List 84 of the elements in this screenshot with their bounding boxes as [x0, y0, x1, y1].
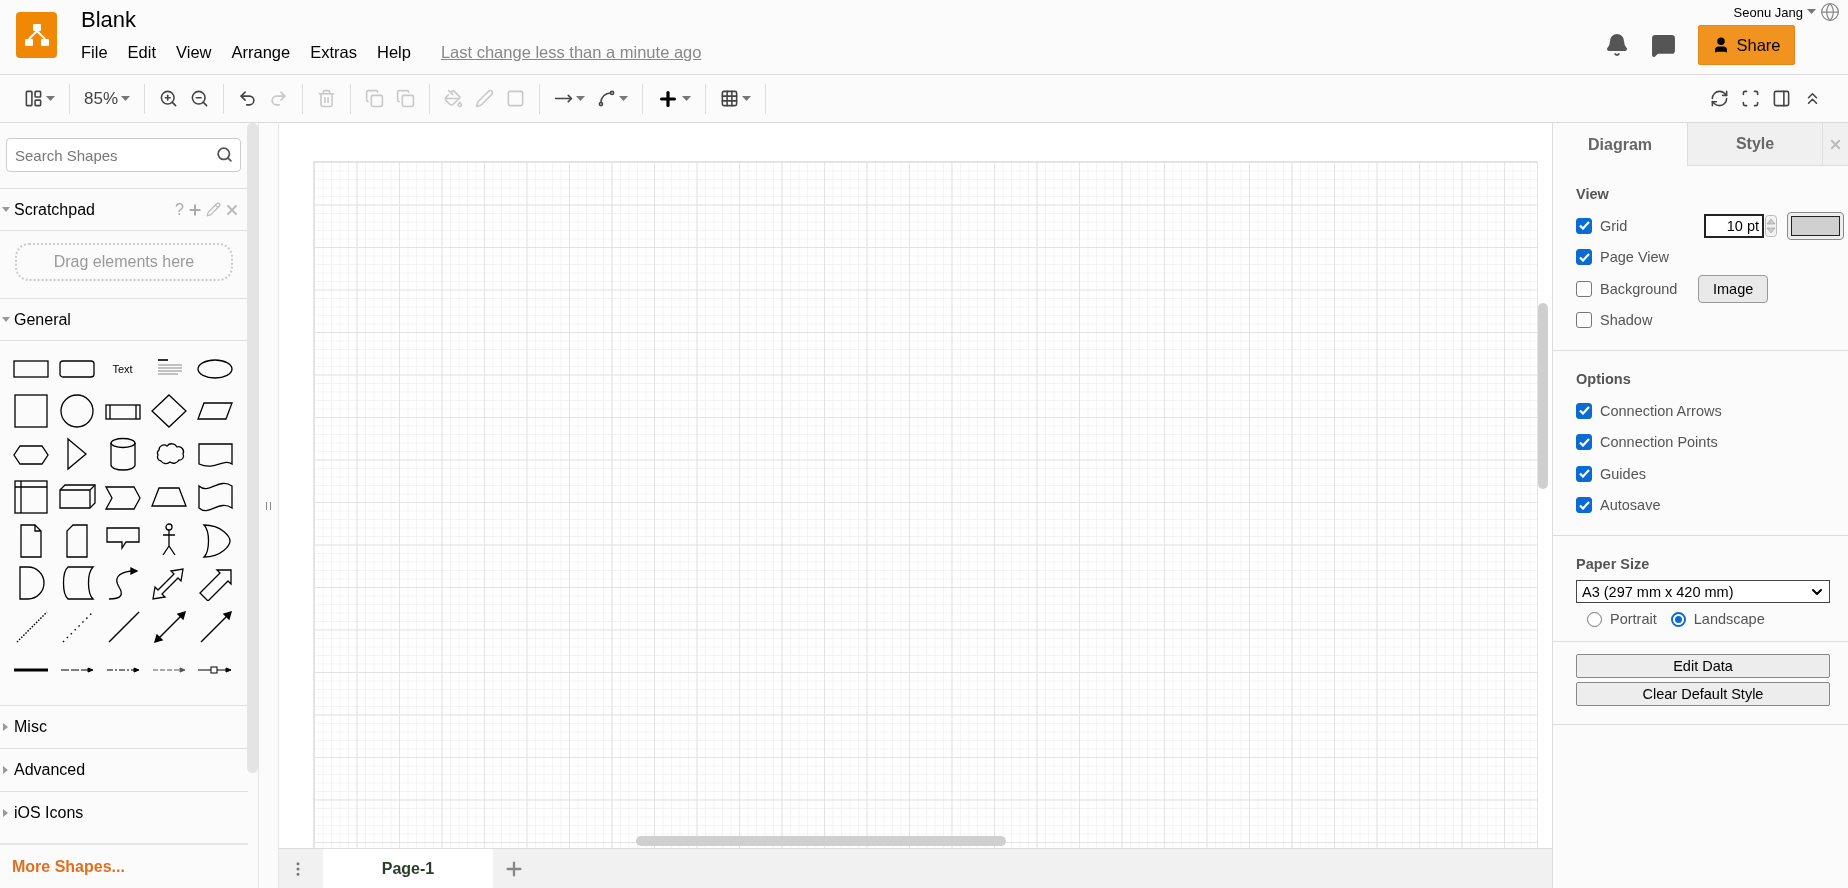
checkbox-label: Autosave — [1600, 497, 1661, 514]
diamond-shape-icon[interactable] — [149, 394, 188, 429]
scratchpad-drop-area: Drag elements here — [15, 243, 233, 281]
comment-icon[interactable] — [1651, 32, 1676, 58]
caret-icon — [742, 95, 752, 102]
undo-icon — [238, 89, 258, 108]
orientation-radio[interactable]: Portrait — [1587, 611, 1657, 627]
checkbox[interactable] — [1576, 434, 1592, 451]
text-shape[interactable]: Text — [112, 362, 133, 375]
caret-icon — [46, 95, 55, 102]
app-logo[interactable] — [16, 12, 57, 58]
checkbox-label: Grid — [1600, 217, 1629, 234]
checkbox-label: Background — [1600, 280, 1679, 297]
zoom-dropdown[interactable]: 85% — [82, 86, 133, 111]
last-change-link[interactable]: Last change less than a minute ago — [440, 43, 702, 62]
grid-color-button[interactable] — [1787, 211, 1844, 240]
page-tab[interactable]: Page-1 — [323, 849, 493, 888]
table-grid-icon — [720, 89, 740, 108]
section-title: Paper Size — [1576, 556, 1651, 572]
document-title[interactable]: Blank — [81, 7, 702, 33]
section-title: Options — [1576, 371, 1632, 387]
panel-button[interactable]: Clear Default Style — [1576, 682, 1830, 706]
caret-icon — [619, 95, 629, 102]
search-icon[interactable] — [216, 146, 233, 163]
circle-shape-icon[interactable] — [57, 394, 96, 429]
checkbox-label: Connection Arrows — [1600, 402, 1722, 419]
panel-button[interactable]: Edit Data — [1576, 654, 1830, 678]
storage-shape-icon[interactable] — [11, 480, 50, 515]
checkbox-label: Connection Points — [1600, 434, 1718, 451]
splitter-handle[interactable] — [266, 501, 271, 510]
menu-item[interactable]: View — [176, 43, 212, 62]
checkbox[interactable] — [1576, 465, 1592, 482]
checkbox[interactable] — [1576, 402, 1592, 419]
caret-icon — [1807, 9, 1816, 15]
side-panel-icon — [1772, 89, 1791, 108]
checkbox-label: Page View — [1600, 249, 1670, 266]
paper-size-select[interactable]: A3 (297 mm x 420 mm) — [1576, 580, 1830, 603]
user-name[interactable]: Seonu Jang — [1733, 4, 1803, 20]
grid-size-field[interactable]: 10 pt — [1704, 213, 1764, 238]
checkbox-label: Guides — [1600, 465, 1646, 482]
pen-icon — [475, 89, 495, 108]
square-icon — [506, 89, 526, 108]
zoom-in-icon — [159, 89, 179, 108]
menu-item[interactable]: Help — [376, 43, 411, 62]
overlapping-squares-icon — [396, 89, 416, 108]
trash-icon — [317, 89, 337, 108]
caret-icon — [121, 95, 131, 102]
image-button[interactable]: Image — [1698, 274, 1769, 303]
triangle-icon — [2, 766, 10, 774]
checkbox[interactable] — [1576, 249, 1592, 266]
horizontal-scrollbar[interactable] — [636, 836, 1006, 846]
checkbox[interactable] — [1576, 217, 1592, 234]
menu-item[interactable]: Arrange — [231, 43, 291, 62]
panel-tab[interactable]: Style — [1688, 123, 1823, 166]
triangle-icon — [2, 723, 10, 731]
overlapping-squares-icon — [365, 89, 385, 108]
bell-icon[interactable] — [1605, 33, 1629, 57]
zoom-out-icon — [190, 89, 210, 108]
menu-item[interactable]: Extras — [310, 43, 357, 62]
caret-icon — [576, 95, 586, 102]
triangle-icon — [2, 205, 10, 214]
refresh-icon — [1710, 89, 1729, 108]
checkbox[interactable] — [1576, 497, 1592, 514]
section-title: View — [1576, 186, 1610, 202]
search-field[interactable]: Search Shapes — [6, 138, 241, 172]
curved-connector-icon — [597, 89, 617, 108]
vertical-scrollbar[interactable] — [1538, 303, 1548, 489]
orientation-radio[interactable]: Landscape — [1670, 611, 1765, 627]
caret-icon — [682, 95, 692, 102]
sidebar-section-header[interactable]: iOS Icons — [0, 791, 248, 834]
checkbox-label: Shadow — [1600, 312, 1653, 329]
sidebar-scrollbar[interactable] — [247, 123, 258, 773]
menu-item[interactable]: File — [81, 43, 108, 62]
checkbox[interactable] — [1576, 280, 1592, 297]
globe-icon[interactable] — [1820, 2, 1840, 22]
layout-panel-icon — [24, 89, 43, 108]
paint-bucket-icon — [444, 89, 464, 108]
menu-item[interactable]: Edit — [127, 43, 157, 62]
share-button[interactable]: Share — [1698, 25, 1795, 65]
triangle-icon — [2, 315, 10, 324]
square-shape-icon[interactable] — [11, 394, 50, 429]
triangle-icon — [2, 809, 10, 817]
focus-frame-icon — [1741, 89, 1760, 108]
checkbox[interactable] — [1576, 312, 1592, 329]
